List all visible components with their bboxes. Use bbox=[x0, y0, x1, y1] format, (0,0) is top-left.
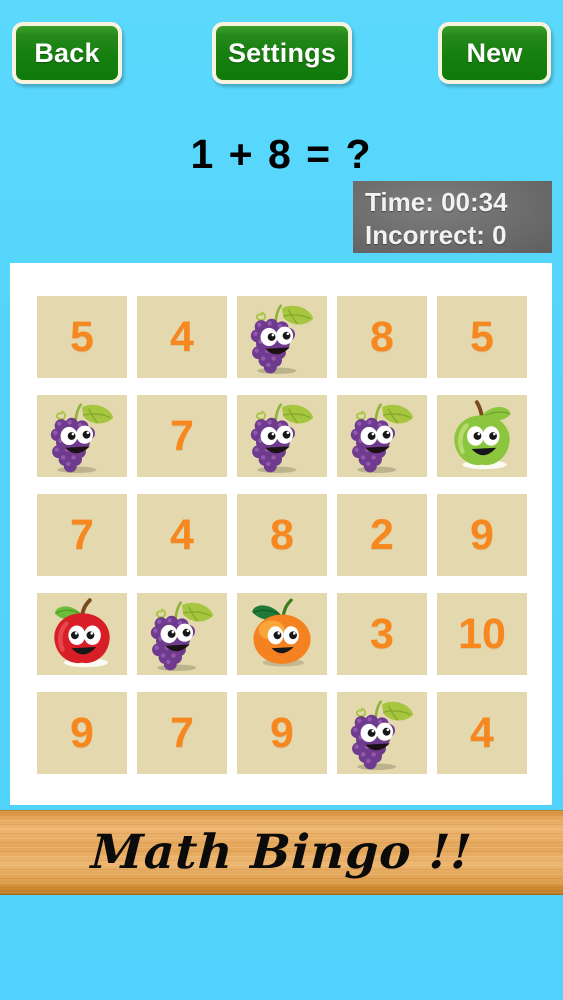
bingo-cell-number[interactable]: 7 bbox=[137, 692, 227, 774]
bingo-grid: 5 4 8 5 7 7 4 8 2 9 3 10 9 7 9 4 bbox=[37, 296, 527, 774]
bingo-cell-value: 2 bbox=[370, 510, 394, 559]
bingo-card: 5 4 8 5 7 7 4 8 2 9 3 10 9 7 9 4 bbox=[10, 263, 552, 805]
bingo-cell-value: 8 bbox=[370, 312, 394, 361]
bingo-cell-number[interactable]: 4 bbox=[137, 296, 227, 378]
incorrect-count-text: Incorrect: 0 bbox=[365, 220, 507, 250]
bingo-cell-value: 5 bbox=[70, 312, 94, 361]
grapes-icon bbox=[242, 397, 322, 475]
bingo-cell-green-apple-icon[interactable] bbox=[437, 395, 527, 477]
bingo-cell-number[interactable]: 5 bbox=[437, 296, 527, 378]
bingo-cell-grapes-icon[interactable] bbox=[137, 593, 227, 675]
bingo-cell-number[interactable]: 8 bbox=[337, 296, 427, 378]
back-button[interactable]: Back bbox=[12, 22, 122, 84]
bingo-cell-value: 7 bbox=[170, 411, 194, 460]
title-banner: Math Bingo !! bbox=[0, 810, 563, 895]
orange-icon bbox=[242, 595, 322, 673]
bingo-cell-value: 9 bbox=[470, 510, 494, 559]
bingo-cell-number[interactable]: 9 bbox=[437, 494, 527, 576]
top-toolbar: Back Settings New bbox=[0, 0, 563, 110]
bingo-cell-orange-icon[interactable] bbox=[237, 593, 327, 675]
bingo-cell-number[interactable]: 10 bbox=[437, 593, 527, 675]
bingo-cell-grapes-icon[interactable] bbox=[237, 395, 327, 477]
bingo-cell-grapes-icon[interactable] bbox=[37, 395, 127, 477]
settings-button-label: Settings bbox=[227, 37, 337, 68]
red-apple-icon bbox=[42, 595, 122, 673]
bingo-cell-number[interactable]: 8 bbox=[237, 494, 327, 576]
settings-button[interactable]: Settings bbox=[212, 22, 352, 84]
bingo-cell-value: 9 bbox=[70, 708, 94, 757]
bingo-cell-grapes-icon[interactable] bbox=[337, 692, 427, 774]
grapes-icon bbox=[242, 298, 322, 376]
bingo-cell-value: 4 bbox=[470, 708, 494, 757]
bingo-cell-value: 7 bbox=[70, 510, 94, 559]
grapes-icon bbox=[42, 397, 122, 475]
status-panel: Time: 00:34 Incorrect: 0 bbox=[353, 181, 552, 253]
back-button-label: Back bbox=[34, 37, 100, 68]
bingo-cell-number[interactable]: 7 bbox=[137, 395, 227, 477]
bingo-cell-value: 10 bbox=[458, 609, 506, 658]
new-game-button-label: New bbox=[466, 37, 523, 68]
equation-prompt: 1 + 8 = ? bbox=[190, 131, 373, 177]
bingo-cell-number[interactable]: 3 bbox=[337, 593, 427, 675]
bingo-cell-value: 8 bbox=[270, 510, 294, 559]
grapes-icon bbox=[342, 397, 422, 475]
bingo-cell-number[interactable]: 4 bbox=[137, 494, 227, 576]
bingo-cell-value: 4 bbox=[170, 312, 194, 361]
bingo-cell-value: 9 bbox=[270, 708, 294, 757]
green-apple-icon bbox=[442, 397, 522, 475]
bingo-cell-grapes-icon[interactable] bbox=[337, 395, 427, 477]
grapes-icon bbox=[342, 694, 422, 772]
bingo-cell-grapes-icon[interactable] bbox=[237, 296, 327, 378]
bingo-cell-red-apple-icon[interactable] bbox=[37, 593, 127, 675]
grapes-icon bbox=[142, 595, 222, 673]
bingo-cell-number[interactable]: 2 bbox=[337, 494, 427, 576]
bingo-cell-number[interactable]: 9 bbox=[37, 692, 127, 774]
bingo-cell-number[interactable]: 7 bbox=[37, 494, 127, 576]
bingo-cell-number[interactable]: 5 bbox=[37, 296, 127, 378]
bingo-cell-value: 3 bbox=[370, 609, 394, 658]
new-game-button[interactable]: New bbox=[438, 22, 551, 84]
bingo-cell-value: 7 bbox=[170, 708, 194, 757]
bingo-cell-value: 5 bbox=[470, 312, 494, 361]
bingo-cell-value: 4 bbox=[170, 510, 194, 559]
bingo-cell-number[interactable]: 4 bbox=[437, 692, 527, 774]
app-title: Math Bingo !! bbox=[89, 825, 474, 880]
timer-text: Time: 00:34 bbox=[365, 187, 508, 217]
bingo-cell-number[interactable]: 9 bbox=[237, 692, 327, 774]
